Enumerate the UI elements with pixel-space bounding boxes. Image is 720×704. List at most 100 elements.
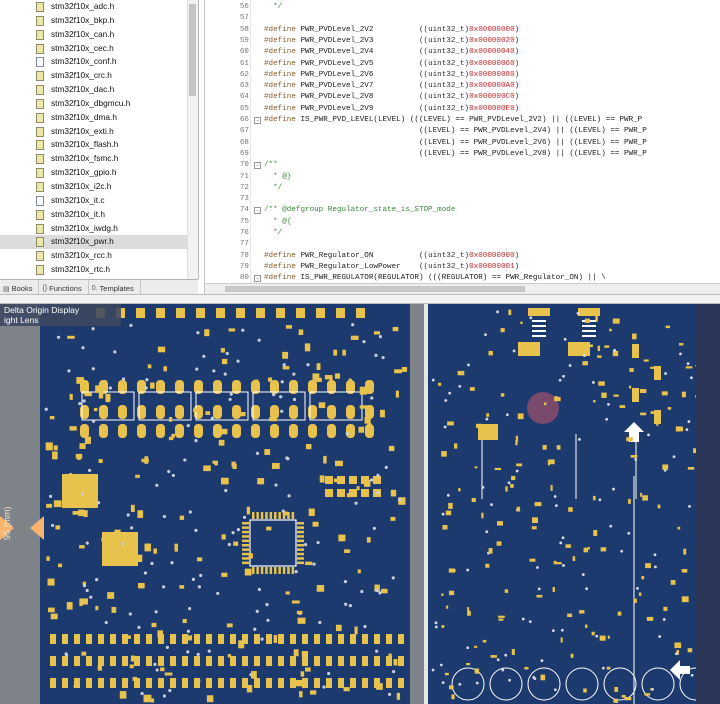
file-item[interactable]: stm32f10x_dac.h <box>0 83 198 97</box>
pcb-pin <box>297 530 304 534</box>
header-file-icon <box>36 112 44 123</box>
fold-toggle-icon[interactable]: - <box>254 275 261 283</box>
file-item[interactable]: stm32f10x_crc.h <box>0 69 198 83</box>
file-item[interactable]: stm32f10x_cec.h <box>0 42 198 56</box>
pcb-via <box>304 543 308 547</box>
code-line[interactable]: 62 #define PWR_PVDLevel_2V6 ((uint32_t)0x… <box>205 70 720 81</box>
file-name: stm32f10x_dma.h <box>51 111 117 122</box>
code-token: * @} <box>264 172 292 181</box>
code-line[interactable]: 69 ((LEVEL) == PWR_PVDLevel_2V8) || ((LE… <box>205 149 720 160</box>
pcb-via <box>165 645 170 649</box>
file-item[interactable]: stm32f10x_exti.h <box>0 125 198 139</box>
pcb-pad <box>324 375 332 380</box>
pcb-pad <box>665 325 670 329</box>
pcb-layout-left[interactable] <box>0 304 424 704</box>
pcb-via <box>155 668 159 672</box>
pcb-via <box>280 380 284 384</box>
pcb-pad <box>278 678 284 688</box>
file-tree-scrollbar[interactable] <box>187 0 198 279</box>
code-line[interactable]: 58 #define PWR_PVDLevel_2V2 ((uint32_t)0x… <box>205 25 720 36</box>
file-item[interactable]: stm32f10x_it.c <box>0 194 198 208</box>
editor-horizontal-scrollbar[interactable] <box>205 283 720 294</box>
pcb-via <box>168 688 172 693</box>
code-line[interactable]: 75 * @{ <box>205 217 720 228</box>
pcb-view-left[interactable] <box>0 304 424 704</box>
code-token: ((LEVEL) == PWR_PVDLevel_2V8) || ((LEVEL… <box>264 149 647 158</box>
code-line[interactable]: 79 #define PWR_Regulator_LowPower ((uint3… <box>205 262 720 273</box>
pcb-pad <box>291 600 300 604</box>
code-line[interactable]: 64 #define PWR_PVDLevel_2V8 ((uint32_t)0x… <box>205 92 720 103</box>
code-line[interactable]: 72 */ <box>205 183 720 194</box>
pcb-pad <box>304 343 311 352</box>
file-item[interactable]: stm32f10x_flash.h <box>0 138 198 152</box>
code-line[interactable]: 71 * @} <box>205 172 720 183</box>
file-item[interactable]: stm32f10x_can.h <box>0 28 198 42</box>
pcb-pad <box>661 391 668 396</box>
pcb-silk <box>532 325 546 327</box>
tab-templates[interactable]: 0. Templates <box>89 280 141 295</box>
code-line[interactable]: 65 #define PWR_PVDLevel_2V9 ((uint32_t)0x… <box>205 104 720 115</box>
pcb-pad <box>457 370 465 376</box>
tab-books[interactable]: ▤ Books <box>0 280 40 295</box>
code-line[interactable]: 60 #define PWR_PVDLevel_2V4 ((uint32_t)0x… <box>205 47 720 58</box>
pcb-pin <box>297 552 304 556</box>
code-text: #define PWR_Regulator_LowPower ((uint32_… <box>264 262 519 273</box>
file-item[interactable]: stm32f10x_pwr.h <box>0 235 198 250</box>
code-line[interactable]: 57 <box>205 13 720 24</box>
scrollbar-thumb[interactable] <box>189 4 196 96</box>
file-item[interactable]: stm32f10x_dma.h <box>0 111 198 125</box>
file-item[interactable]: stm32f10x_iwdg.h <box>0 222 198 236</box>
file-item[interactable]: stm32f10x_dbgmcu.h <box>0 97 198 111</box>
pcb-pad <box>334 460 343 467</box>
pcb-pad <box>204 329 210 337</box>
file-item[interactable]: stm32f10x_adc.h <box>0 0 198 14</box>
file-item[interactable]: stm32f10x_i2c.h <box>0 180 198 194</box>
file-item[interactable]: stm32f10x_rcc.h <box>0 249 198 263</box>
pcb-pad <box>496 541 502 546</box>
pcb-pad <box>170 678 176 688</box>
code-text: ((LEVEL) == PWR_PVDLevel_2V8) || ((LEVEL… <box>264 149 647 160</box>
pcb-pad <box>583 688 587 693</box>
file-item[interactable]: stm32f10x_it.h <box>0 208 198 222</box>
code-token: #define <box>264 104 301 113</box>
pcb-pad <box>488 350 493 356</box>
code-line[interactable]: 76 */ <box>205 228 720 239</box>
pcb-layout-right[interactable] <box>428 304 720 704</box>
file-item[interactable]: stm32f10x_gpio.h <box>0 166 198 180</box>
code-line[interactable]: 61 #define PWR_PVDLevel_2V5 ((uint32_t)0x… <box>205 59 720 70</box>
pcb-pad <box>578 308 600 316</box>
code-line[interactable]: 66- #define IS_PWR_PVD_LEVEL(LEVEL) (((LE… <box>205 115 720 126</box>
code-line[interactable]: 63 #define PWR_PVDLevel_2V7 ((uint32_t)0x… <box>205 81 720 92</box>
pcb-pin <box>260 567 264 574</box>
pcb-pad <box>572 556 576 562</box>
code-line[interactable]: 74-/** @defgroup Regulator_state_is_STOP… <box>205 205 720 216</box>
pcb-via <box>89 595 93 599</box>
code-line[interactable]: 56 */ <box>205 2 720 13</box>
pcb-via <box>207 649 211 653</box>
code-line[interactable]: 67 ((LEVEL) == PWR_PVDLevel_2V4) || ((LE… <box>205 126 720 137</box>
code-line[interactable]: 59 #define PWR_PVDLevel_2V3 ((uint32_t)0x… <box>205 36 720 47</box>
pcb-view-right[interactable] <box>428 304 720 704</box>
pcb-pad <box>524 666 529 670</box>
code-line[interactable]: 78 #define PWR_Regulator_ON ((uint32_t)0x… <box>205 251 720 262</box>
code-line[interactable]: 70-/** <box>205 160 720 171</box>
fold-toggle-icon[interactable]: - <box>254 162 261 170</box>
file-item[interactable]: stm32f10x_conf.h <box>0 55 198 69</box>
code-line[interactable]: 68 ((LEVEL) == PWR_PVDLevel_2V6) || ((LE… <box>205 138 720 149</box>
fold-toggle-icon[interactable]: - <box>254 207 261 215</box>
scrollbar-thumb[interactable] <box>225 286 525 292</box>
code-line[interactable]: 73 <box>205 194 720 205</box>
pcb-via <box>196 652 200 656</box>
pcb-pad <box>500 328 505 333</box>
pcb-pin <box>252 512 255 519</box>
file-item[interactable]: stm32f10x_rtc.h <box>0 263 198 277</box>
file-item[interactable]: stm32f10x_fsmc.h <box>0 152 198 166</box>
file-item[interactable]: stm32f10x_bkp.h <box>0 14 198 28</box>
fold-toggle-icon[interactable]: - <box>254 117 261 124</box>
pcb-pad <box>612 318 620 324</box>
code-editor[interactable]: 56 */57 58 #define PWR_PVDLevel_2V2 ((uint… <box>204 0 720 294</box>
pcb-pad <box>474 645 478 648</box>
tab-functions[interactable]: {} Functions <box>39 280 89 295</box>
code-line[interactable]: 77 <box>205 239 720 250</box>
pcb-via <box>260 637 264 641</box>
